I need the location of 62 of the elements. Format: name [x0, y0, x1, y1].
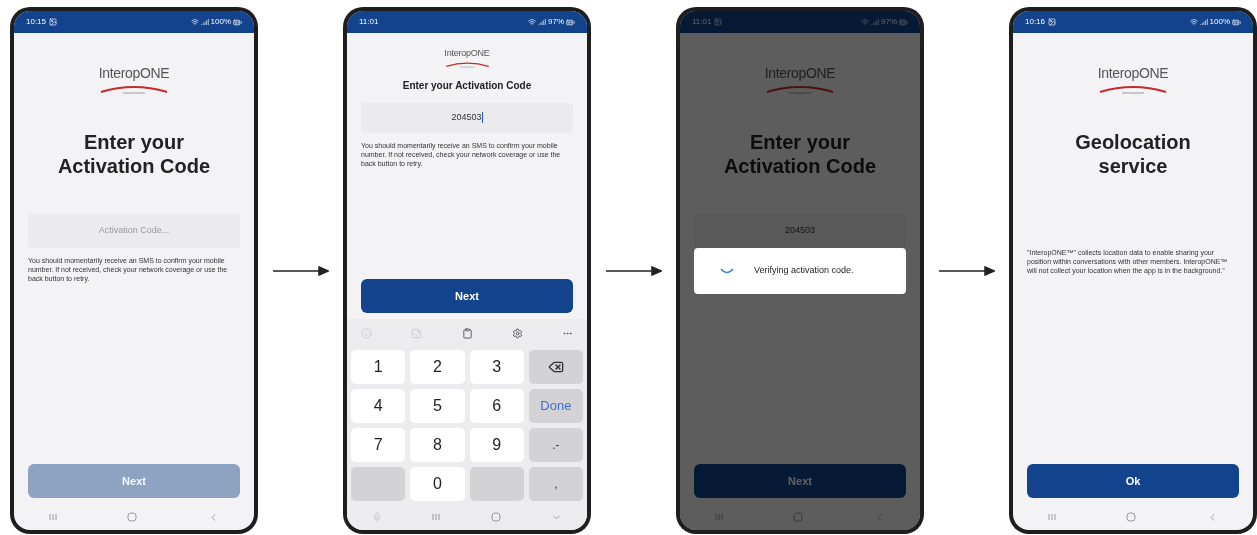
battery-percent: 100%	[1209, 16, 1230, 28]
screen-title: Enter your Activation Code	[402, 78, 532, 93]
primary-button[interactable]: Ok	[1027, 464, 1239, 498]
home-icon[interactable]	[1126, 512, 1137, 522]
symbol-key[interactable]: .-	[528, 428, 583, 462]
digit-key[interactable]: 9	[469, 428, 524, 462]
primary-button[interactable]: Next	[361, 279, 573, 313]
wifi-icon	[190, 18, 199, 26]
microphone-icon[interactable]	[372, 512, 383, 522]
right-arrow-icon	[605, 265, 662, 276]
symbol-key[interactable]: ,	[528, 467, 583, 501]
clock-time: 11:01	[359, 16, 379, 28]
signal-icon	[871, 18, 879, 26]
home-icon[interactable]	[490, 512, 501, 522]
battery-icon	[1232, 17, 1241, 27]
screen-title: Enter your Activation Code	[56, 130, 212, 178]
signal-icon	[538, 18, 546, 26]
battery-percent: 97%	[548, 16, 564, 28]
digit-key[interactable]: 7	[351, 428, 406, 462]
blank-key	[351, 467, 406, 501]
signal-icon	[1199, 18, 1208, 26]
digit-key[interactable]: 6	[469, 389, 524, 423]
screen-title: Geolocation service	[1074, 130, 1192, 178]
recent-apps-icon[interactable]	[432, 513, 441, 521]
digit-key[interactable]: 5	[410, 389, 465, 423]
wifi-icon	[528, 18, 536, 26]
loading-spinner-icon	[720, 267, 734, 275]
clipboard-icon[interactable]	[461, 327, 473, 339]
battery-icon	[899, 17, 908, 27]
digit-key[interactable]: 4	[351, 389, 406, 423]
digit-key[interactable]: 3	[469, 350, 524, 384]
recent-apps-icon[interactable]	[49, 513, 58, 521]
backspace-icon	[547, 359, 564, 375]
settings-icon[interactable]	[511, 327, 523, 339]
wifi-icon	[1189, 18, 1198, 26]
logo: InteropONE	[98, 63, 170, 94]
dialog-message: Verifying activation code.	[754, 264, 854, 278]
clock-time: 10:15	[26, 16, 47, 28]
home-icon[interactable]	[793, 512, 804, 522]
home-icon[interactable]	[127, 512, 138, 522]
digit-key[interactable]: 2	[410, 350, 465, 384]
right-arrow-icon	[938, 265, 995, 276]
backspace-key[interactable]	[528, 350, 583, 384]
digit-key[interactable]: 0	[410, 467, 465, 501]
clock-time: 11:01	[692, 16, 712, 28]
logo: InteropONE	[444, 47, 490, 68]
logo: InteropONE	[764, 63, 836, 94]
clock-time: 10:16	[1025, 16, 1046, 28]
right-arrow-icon	[272, 265, 329, 276]
blank-key	[469, 467, 524, 501]
screen-title: Enter your Activation Code	[722, 130, 878, 178]
battery-percent: 100%	[210, 16, 231, 28]
wifi-icon	[861, 18, 869, 26]
digit-key[interactable]: 8	[410, 428, 465, 462]
logo: InteropONE	[1097, 63, 1169, 94]
recent-apps-icon[interactable]	[1048, 513, 1057, 521]
battery-icon	[566, 17, 575, 27]
activation-code-field[interactable]: 204503	[361, 102, 573, 133]
signal-icon	[200, 18, 209, 26]
battery-icon	[233, 17, 242, 27]
battery-percent: 97%	[881, 16, 897, 28]
digit-key[interactable]: 1	[351, 350, 406, 384]
